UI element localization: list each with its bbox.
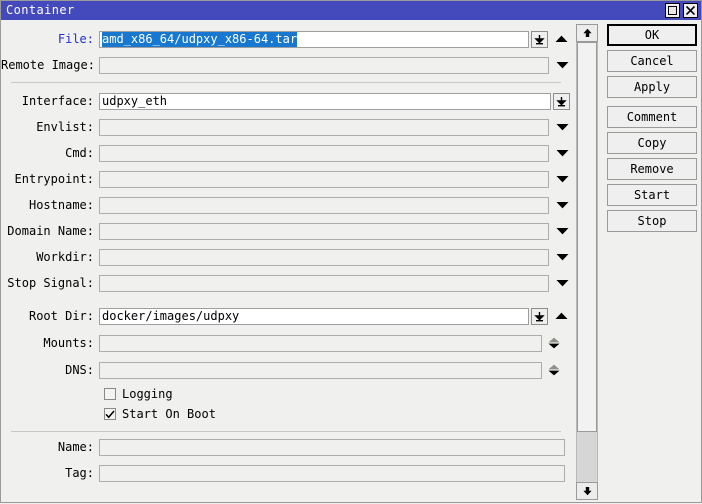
form-row-domain-name: Domain Name:	[1, 221, 570, 241]
scrollbar-up-button[interactable]	[576, 24, 598, 42]
interface-browse-button[interactable]	[553, 92, 570, 110]
form-row-interface: Interface: udpxy_eth	[1, 91, 570, 111]
form-row-name: Name:	[1, 437, 565, 457]
section-divider-top	[11, 82, 561, 83]
file-up-arrow-icon[interactable]	[553, 35, 569, 43]
field-label-tag: Tag:	[65, 466, 94, 480]
field-label-domain-name: Domain Name:	[7, 224, 94, 238]
envlist-chevron-down-icon[interactable]	[554, 123, 570, 131]
form-row-stop-signal: Stop Signal:	[1, 273, 570, 293]
tag-input[interactable]	[99, 464, 565, 482]
cancel-button[interactable]: Cancel	[607, 50, 697, 72]
scrollbar-track[interactable]	[576, 42, 598, 482]
form-row-hostname: Hostname:	[1, 195, 570, 215]
root-dir-input[interactable]: docker/images/udpxy	[99, 307, 529, 325]
scrollbar-thumb[interactable]	[577, 42, 597, 432]
stop-signal-input[interactable]	[99, 274, 549, 292]
stop-signal-chevron-down-icon[interactable]	[554, 279, 570, 287]
scrollbar-down-button[interactable]	[576, 482, 598, 500]
stop-button[interactable]: Stop	[607, 210, 697, 232]
mounts-spinner-down-icon	[548, 343, 560, 349]
hostname-input[interactable]	[99, 196, 549, 214]
title-bar[interactable]: Container	[1, 1, 701, 20]
form-row-file: File: amd_x86_64/udpxy_x86-64.tar	[1, 29, 569, 49]
field-label-file: File:	[57, 32, 94, 46]
remote-image-chevron-down-icon[interactable]	[554, 61, 570, 69]
form-row-entrypoint: Entrypoint:	[1, 169, 570, 189]
form-row-remote-image: Remote Image:	[1, 55, 570, 75]
action-button-panel: OK Cancel Apply Comment Copy Remove Star…	[607, 24, 699, 236]
workdir-chevron-down-icon[interactable]	[554, 253, 570, 261]
file-input[interactable]: amd_x86_64/udpxy_x86-64.tar	[99, 30, 529, 48]
root-dir-value: docker/images/udpxy	[102, 308, 240, 323]
workdir-input[interactable]	[99, 248, 549, 266]
field-label-envlist: Envlist:	[36, 120, 94, 134]
field-label-entrypoint: Entrypoint:	[14, 172, 94, 186]
close-button[interactable]	[683, 3, 698, 18]
field-label-remote-image: Remote Image:	[1, 58, 95, 72]
form-row-cmd: Cmd:	[1, 143, 570, 163]
domain-name-input[interactable]	[99, 222, 549, 240]
field-label-workdir: Workdir:	[36, 250, 94, 264]
field-label-cmd: Cmd:	[65, 146, 94, 160]
checkbox-row-start-on-boot[interactable]: Start On Boot	[104, 405, 216, 423]
apply-button[interactable]: Apply	[607, 76, 697, 98]
root-dir-browse-button[interactable]	[531, 307, 548, 325]
logging-checkbox-label: Logging	[122, 387, 173, 401]
section-divider-bottom	[11, 431, 561, 432]
form-row-dns: DNS:	[1, 360, 562, 380]
ok-button[interactable]: OK	[607, 24, 697, 46]
field-label-mounts: Mounts:	[43, 336, 94, 350]
mounts-spinner[interactable]	[546, 335, 562, 352]
dns-spinner-down-icon	[548, 370, 560, 376]
domain-name-chevron-down-icon[interactable]	[554, 227, 570, 235]
field-label-dns: DNS:	[65, 363, 94, 377]
start-on-boot-checkbox-label: Start On Boot	[122, 407, 216, 421]
interface-input[interactable]: udpxy_eth	[99, 92, 551, 110]
field-label-interface: Interface:	[21, 94, 94, 108]
copy-button[interactable]: Copy	[607, 132, 697, 154]
checkbox-row-logging[interactable]: Logging	[104, 385, 173, 403]
form-row-envlist: Envlist:	[1, 117, 570, 137]
form-row-tag: Tag:	[1, 463, 565, 483]
envlist-input[interactable]	[99, 118, 549, 136]
checkmark-icon	[105, 410, 115, 418]
file-browse-button[interactable]	[531, 30, 548, 48]
form-row-workdir: Workdir:	[1, 247, 570, 267]
remote-image-input[interactable]	[99, 56, 549, 74]
cmd-input[interactable]	[99, 144, 549, 162]
name-input[interactable]	[99, 438, 565, 456]
window-title: Container	[6, 3, 75, 17]
field-label-stop-signal: Stop Signal:	[7, 276, 94, 290]
vertical-scrollbar[interactable]	[576, 24, 598, 500]
form-area: File: amd_x86_64/udpxy_x86-64.tar Remote…	[1, 20, 571, 504]
start-button[interactable]: Start	[607, 184, 697, 206]
form-row-mounts: Mounts:	[1, 333, 562, 353]
entrypoint-chevron-down-icon[interactable]	[554, 175, 570, 183]
field-label-name: Name:	[57, 440, 94, 454]
interface-value: udpxy_eth	[102, 93, 168, 108]
comment-button[interactable]: Comment	[607, 106, 697, 128]
field-label-root-dir: Root Dir:	[28, 309, 94, 323]
window-controls	[665, 3, 698, 18]
dns-input[interactable]	[99, 361, 542, 379]
remove-button[interactable]: Remove	[607, 158, 697, 180]
cmd-chevron-down-icon[interactable]	[554, 149, 570, 157]
logging-checkbox[interactable]	[104, 388, 116, 400]
scroll-up-arrow-icon	[582, 28, 592, 37]
dialog-content: File: amd_x86_64/udpxy_x86-64.tar Remote…	[1, 20, 702, 504]
start-on-boot-checkbox[interactable]	[104, 408, 116, 420]
scroll-down-arrow-icon	[582, 487, 592, 496]
hostname-chevron-down-icon[interactable]	[554, 201, 570, 209]
entrypoint-input[interactable]	[99, 170, 549, 188]
field-label-hostname: Hostname:	[28, 198, 94, 212]
root-dir-up-arrow-icon[interactable]	[553, 312, 569, 320]
container-dialog-window: Container File: amd_x86_64/udpxy_x86-64.…	[0, 0, 702, 503]
form-row-root-dir: Root Dir: docker/images/udpxy	[1, 306, 569, 326]
file-input-value: amd_x86_64/udpxy_x86-64.tar	[102, 31, 298, 47]
maximize-button[interactable]	[665, 3, 680, 18]
dns-spinner[interactable]	[546, 362, 562, 379]
mounts-input[interactable]	[99, 334, 542, 352]
